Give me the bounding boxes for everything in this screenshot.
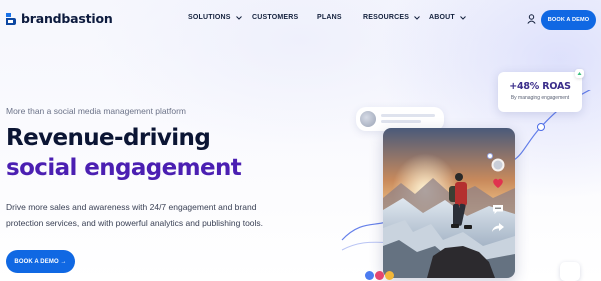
logo-mark-icon xyxy=(6,12,16,25)
hero-description-line: Drive more sales and awareness with 24/7… xyxy=(6,202,257,212)
book-demo-button-hero[interactable]: BOOK A DEMO → xyxy=(6,250,75,273)
profile-icon[interactable] xyxy=(491,158,505,172)
hero-description-line: protection services, and with powerful a… xyxy=(6,218,264,228)
love-icon xyxy=(375,271,384,280)
post-action-icons: ​ xyxy=(489,158,507,234)
hero-description: Drive more sales and awareness with 24/7… xyxy=(6,199,306,231)
trend-up-icon xyxy=(577,72,582,75)
hero-headline-line2: social engagement xyxy=(6,155,242,181)
chevron-down-icon xyxy=(235,15,242,20)
comment-placeholder-line xyxy=(381,120,421,123)
social-post-card: ​ xyxy=(383,128,515,278)
chart-marker-dot xyxy=(487,153,493,159)
user-icon[interactable] xyxy=(527,14,536,24)
nav-item-plans[interactable]: PLANS xyxy=(317,14,342,21)
book-demo-button-header[interactable]: BOOK A DEMO xyxy=(541,10,596,30)
reaction-bar xyxy=(362,268,398,281)
trend-up-badge xyxy=(575,69,584,78)
comment-placeholder-line xyxy=(381,114,435,117)
chevron-down-icon xyxy=(460,15,466,20)
nav-label: RESOURCES xyxy=(363,14,410,21)
brand-name: brandbastion xyxy=(21,11,113,26)
nav-item-resources[interactable]: RESOURCES xyxy=(363,14,421,21)
comment-icon[interactable] xyxy=(491,202,505,216)
nav-label: CUSTOMERS xyxy=(252,14,299,21)
like-icon xyxy=(365,271,374,280)
wow-icon xyxy=(385,271,394,280)
chevron-down-icon xyxy=(414,15,421,20)
nav-item-solutions[interactable]: SOLUTIONS xyxy=(188,14,242,21)
floating-badge xyxy=(560,262,580,281)
nav-item-customers[interactable]: CUSTOMERS xyxy=(252,14,298,21)
nav-label: PLANS xyxy=(317,14,342,21)
hero-page: brandbastion SOLUTIONS CUSTOMERS PLANS R… xyxy=(0,0,601,281)
hero-headline-line1: Revenue-driving xyxy=(6,125,211,151)
share-icon[interactable] xyxy=(491,220,505,234)
heart-icon[interactable] xyxy=(491,176,505,190)
hero-eyebrow: More than a social media management plat… xyxy=(6,106,187,116)
roas-caption: By managing engagement xyxy=(510,95,570,101)
nav-label: SOLUTIONS xyxy=(188,14,231,21)
roas-value: +48% ROAS xyxy=(509,81,571,92)
brand-logo[interactable]: brandbastion xyxy=(5,11,113,26)
nav-item-about[interactable]: ABOUT xyxy=(429,14,466,21)
nav-label: ABOUT xyxy=(429,14,455,21)
avatar xyxy=(360,111,376,127)
roas-stat-card: +48% ROAS By managing engagement xyxy=(498,72,582,112)
chart-marker-dot xyxy=(537,123,545,131)
